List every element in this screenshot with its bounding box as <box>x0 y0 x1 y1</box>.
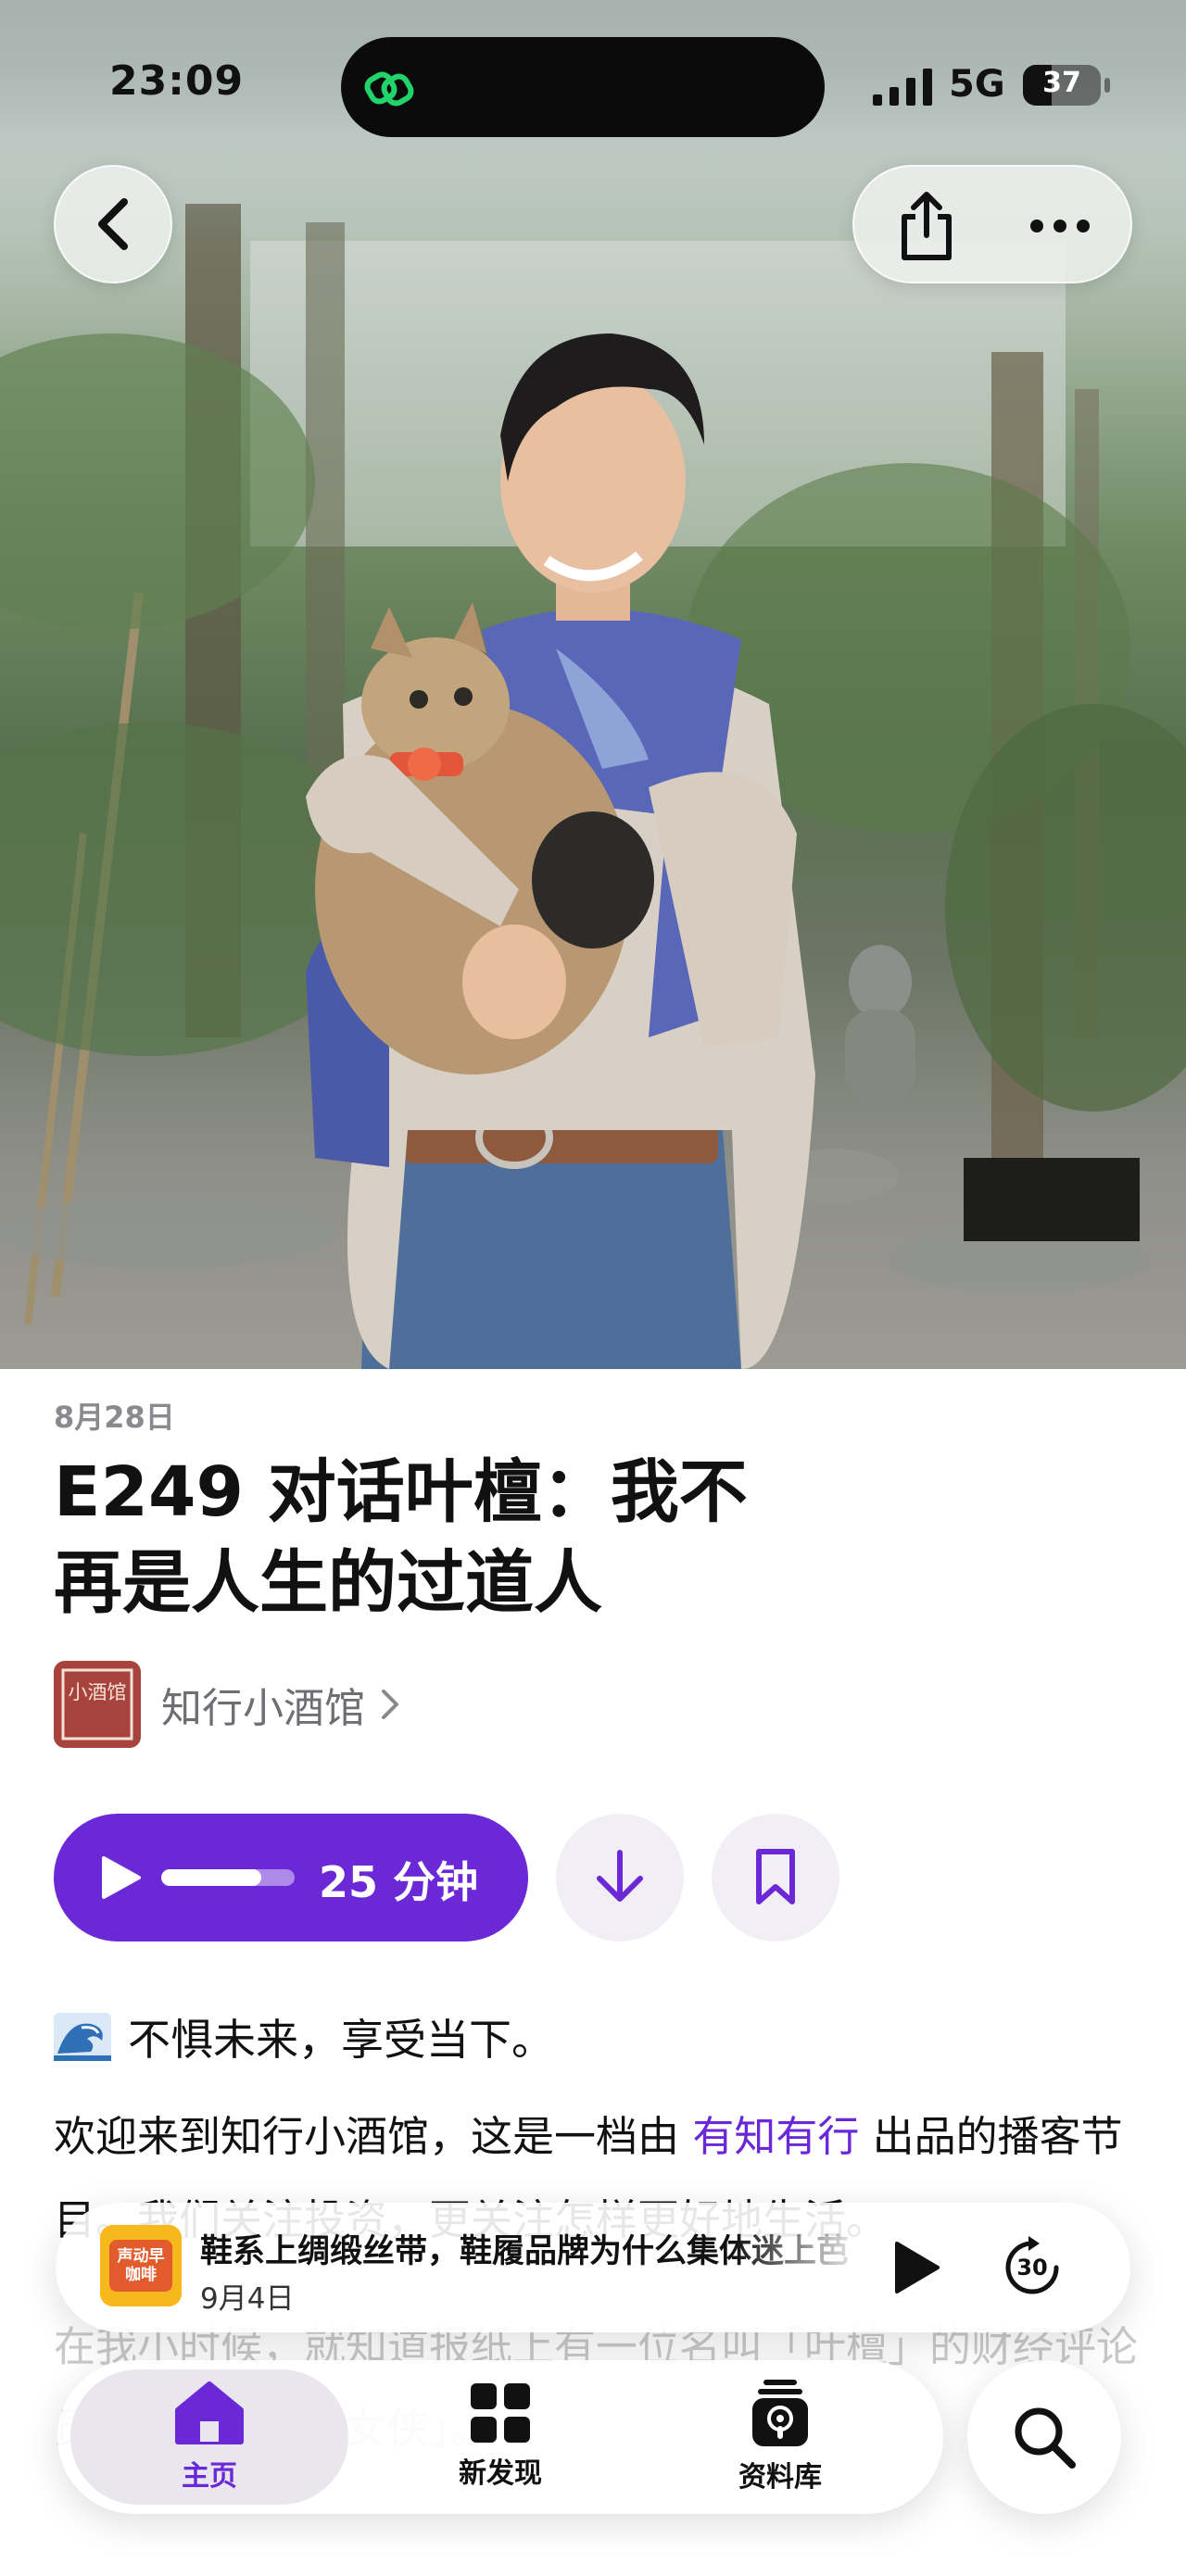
mini-play-button[interactable] <box>886 2238 945 2297</box>
chevron-right-icon <box>382 1690 398 1719</box>
mini-player-title: 鞋系上绸缎丝带，鞋履品牌为什么集体迷上芭 <box>200 2233 850 2270</box>
episode-date: 8月28日 <box>54 1400 175 1435</box>
mini-player-date: 9月4日 <box>200 2282 295 2316</box>
mini-artwork-text: 声动早咖啡 <box>117 2247 165 2284</box>
download-icon <box>597 1850 643 1902</box>
skip-seconds: 30 <box>1016 2255 1048 2281</box>
bookmark-icon <box>756 1849 795 1904</box>
tab-discover[interactable]: 新发现 <box>361 2369 639 2505</box>
grid-icon <box>471 2383 530 2443</box>
more-button[interactable] <box>1021 187 1099 265</box>
show-artwork-graphic <box>61 1668 133 1740</box>
signal-icon <box>873 69 932 106</box>
tab-home-label: 主页 <box>182 2460 237 2493</box>
network-type: 5G <box>949 63 1005 106</box>
skip-forward-button[interactable]: 30 <box>999 2234 1066 2301</box>
tab-discover-label: 新发现 <box>459 2457 542 2490</box>
link-icon <box>364 71 414 107</box>
playback-progress-fill <box>161 1869 261 1886</box>
show-artwork: 小酒馆 <box>54 1661 141 1748</box>
chevron-left-icon <box>98 198 128 250</box>
wave-emoji-icon <box>54 2013 111 2061</box>
episode-title: E249 对话叶檀：我不再是人生的过道人 <box>54 1452 748 1623</box>
battery-percent: 37 <box>1042 67 1081 99</box>
show-name: 知行小酒馆 <box>161 1685 365 1732</box>
back-button[interactable] <box>54 165 172 283</box>
play-episode-button[interactable]: 25 分钟 <box>54 1814 528 1941</box>
tab-home[interactable]: 主页 <box>70 2369 348 2505</box>
download-button[interactable] <box>556 1814 684 1941</box>
battery-icon: 37 <box>1023 65 1101 106</box>
more-icon <box>1030 220 1090 232</box>
search-icon <box>1015 2407 1076 2469</box>
search-button[interactable] <box>967 2360 1121 2514</box>
share-button[interactable] <box>888 187 965 265</box>
playback-progress <box>161 1869 295 1886</box>
tab-bar: 主页 新发现 资料库 <box>57 2360 943 2514</box>
status-time: 23:09 <box>109 57 245 105</box>
episode-tagline: 不惧未来，享受当下。 <box>54 2006 554 2067</box>
show-link[interactable]: 小酒馆 知行小酒馆 <box>54 1660 400 1749</box>
tab-library-label: 资料库 <box>738 2461 822 2494</box>
bookmark-button[interactable] <box>712 1814 839 1941</box>
episode-duration: 25 分钟 <box>319 1857 479 1907</box>
play-icon <box>102 1856 141 1899</box>
show-artwork-text: 小酒馆 <box>68 1681 127 1703</box>
tagline-text: 不惧未来，享受当下。 <box>128 2015 554 2065</box>
tab-library[interactable]: 资料库 <box>641 2369 919 2505</box>
home-icon <box>175 2381 244 2444</box>
brand-link[interactable]: 有知有行 <box>692 2112 859 2161</box>
battery-cap <box>1104 78 1110 93</box>
action-pill <box>852 165 1132 283</box>
share-icon <box>902 192 952 260</box>
mini-player[interactable]: 声动早咖啡 鞋系上绸缎丝带，鞋履品牌为什么集体迷上芭 9月4日 30 <box>56 2203 1130 2332</box>
description-text: 欢迎来到知行小酒馆，这是一档由 <box>54 2112 693 2161</box>
podcast-library-icon <box>752 2380 808 2446</box>
mini-player-artwork: 声动早咖啡 <box>100 2225 182 2306</box>
